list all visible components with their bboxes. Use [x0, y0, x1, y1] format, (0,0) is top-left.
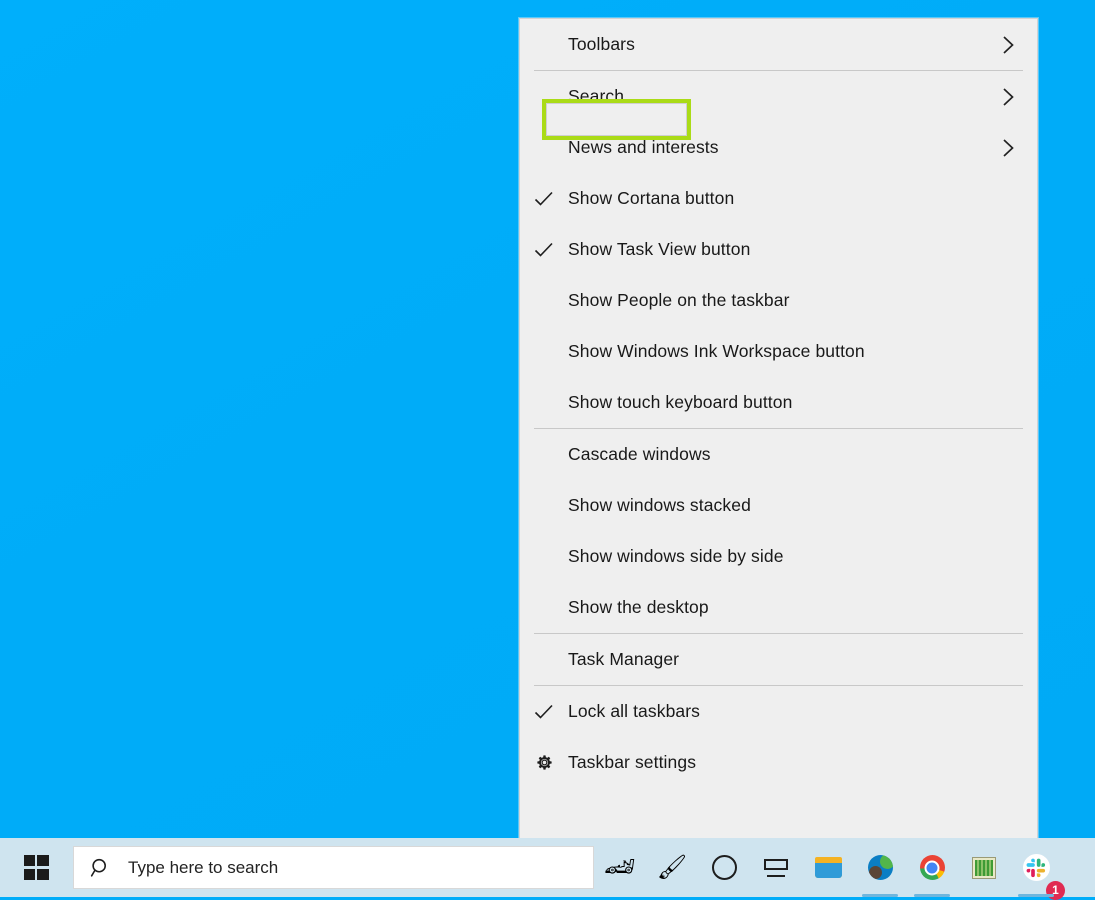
taskbar: Type here to search 🏎 🖌 [0, 838, 1095, 897]
menu-item-label: Task Manager [568, 649, 997, 670]
menu-item-taskbar-settings[interactable]: Taskbar settings [520, 737, 1037, 788]
menu-item-cascade-windows[interactable]: Cascade windows [520, 429, 1037, 480]
menu-item-label: Show People on the taskbar [568, 290, 997, 311]
search-icon [74, 857, 128, 879]
menu-item-show-the-desktop[interactable]: Show the desktop [520, 582, 1037, 633]
menu-item-label: Show Windows Ink Workspace button [568, 341, 997, 362]
file-explorer-icon[interactable] [802, 838, 854, 897]
notification-badge: 1 [1046, 881, 1065, 900]
menu-item-label: News and interests [568, 137, 997, 158]
check-icon [520, 704, 568, 720]
check-icon [520, 242, 568, 258]
menu-item-label: Show Cortana button [568, 188, 997, 209]
skype-icon[interactable] [854, 838, 906, 897]
gear-icon [520, 753, 568, 772]
search-placeholder: Type here to search [128, 858, 278, 878]
chrome-icon[interactable] [906, 838, 958, 897]
menu-item-label: Show windows side by side [568, 546, 997, 567]
menu-item-label: Show Task View button [568, 239, 997, 260]
menu-group-taskbar-features: Search News and interests Show Cortana b… [520, 71, 1037, 428]
menu-item-news-and-interests[interactable]: News and interests [520, 122, 1037, 173]
racing-game-icon[interactable]: 🏎 [594, 838, 646, 897]
taskbar-search-box[interactable]: Type here to search [73, 846, 594, 889]
menu-item-search[interactable]: Search [520, 71, 1037, 122]
menu-group-taskbar-settings: Lock all taskbars Taskbar settings [520, 686, 1037, 788]
menu-group-toolbars: Toolbars [520, 19, 1037, 70]
menu-item-label: Cascade windows [568, 444, 997, 465]
green-app-icon[interactable] [958, 838, 1010, 897]
menu-item-show-cortana-button[interactable]: Show Cortana button [520, 173, 1037, 224]
menu-item-label: Taskbar settings [568, 752, 997, 773]
menu-item-label: Toolbars [568, 34, 997, 55]
chevron-right-icon [997, 35, 1019, 55]
chevron-right-icon [997, 87, 1019, 107]
start-button[interactable] [0, 838, 72, 897]
menu-item-label: Show the desktop [568, 597, 997, 618]
menu-group-task-manager: Task Manager [520, 634, 1037, 685]
menu-item-label: Lock all taskbars [568, 701, 997, 722]
menu-item-show-touch-keyboard-button[interactable]: Show touch keyboard button [520, 377, 1037, 428]
check-icon [520, 191, 568, 207]
menu-item-label: Show touch keyboard button [568, 392, 997, 413]
cortana-icon[interactable] [698, 838, 750, 897]
windows-logo-icon [24, 855, 49, 880]
menu-item-label: Search [568, 86, 997, 107]
menu-item-show-windows-ink-workspace-button[interactable]: Show Windows Ink Workspace button [520, 326, 1037, 377]
menu-item-show-windows-side-by-side[interactable]: Show windows side by side [520, 531, 1037, 582]
task-view-icon[interactable] [750, 838, 802, 897]
chevron-right-icon [997, 138, 1019, 158]
menu-item-show-people-on-the-taskbar[interactable]: Show People on the taskbar [520, 275, 1037, 326]
menu-item-toolbars[interactable]: Toolbars [520, 19, 1037, 70]
menu-item-label: Show windows stacked [568, 495, 997, 516]
paint-3d-icon[interactable]: 🖌 [646, 838, 698, 897]
taskbar-context-menu: Toolbars Search News and interests [519, 18, 1038, 859]
menu-item-lock-all-taskbars[interactable]: Lock all taskbars [520, 686, 1037, 737]
slack-icon[interactable]: 1 [1010, 838, 1062, 897]
menu-item-show-task-view-button[interactable]: Show Task View button [520, 224, 1037, 275]
taskbar-icon-strip: 🏎 🖌 [594, 838, 1095, 897]
menu-group-window-arrangement: Cascade windows Show windows stacked Sho… [520, 429, 1037, 633]
menu-item-task-manager[interactable]: Task Manager [520, 634, 1037, 685]
menu-item-show-windows-stacked[interactable]: Show windows stacked [520, 480, 1037, 531]
